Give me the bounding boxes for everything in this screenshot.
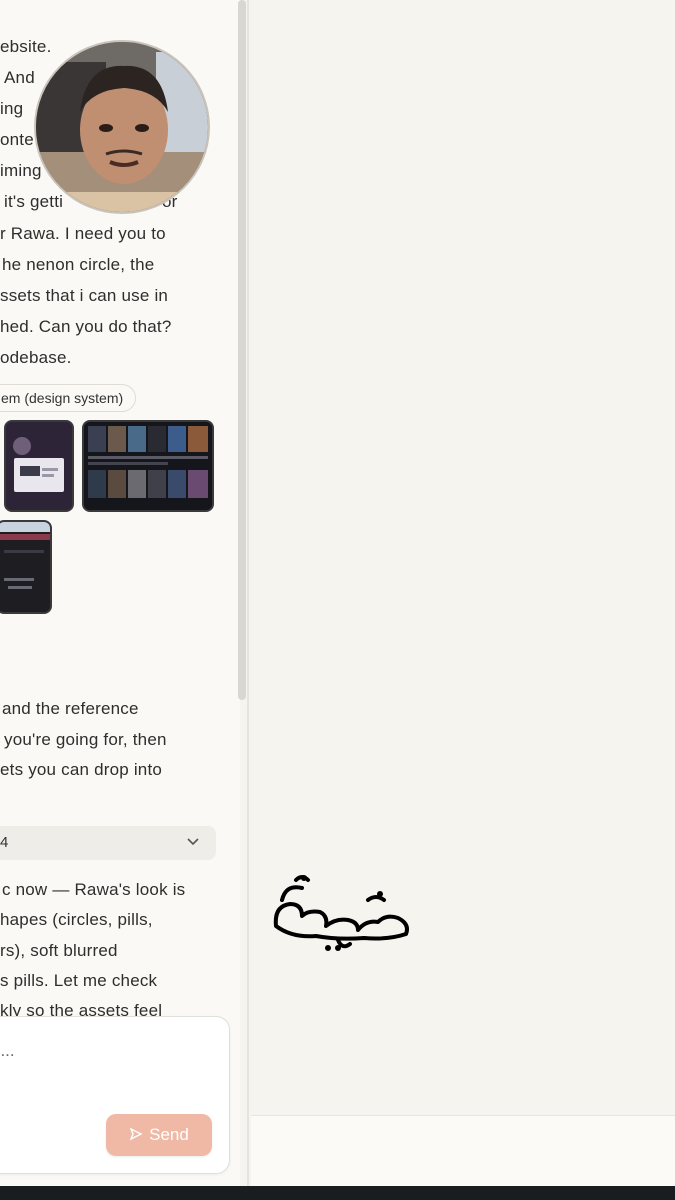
message-line: he nenon circle, the — [2, 255, 155, 274]
watermark-logo — [273, 875, 409, 951]
attachment-tag[interactable]: em (design system) — [0, 384, 137, 412]
person-image — [36, 42, 208, 212]
attachment-thumbnail[interactable] — [0, 520, 52, 614]
collapsible-label: 4 — [0, 834, 9, 851]
assistant-line: s pills. Let me check — [0, 971, 158, 990]
message-line: onte — [0, 130, 34, 149]
panel-divider[interactable] — [247, 0, 249, 1186]
assistant-line: ets you can drop into — [0, 760, 163, 779]
message-line: hed. Can you do that? — [0, 317, 172, 336]
thumbnail-image — [0, 522, 50, 612]
send-button-label: Send — [149, 1125, 189, 1144]
message-line: ing — [0, 99, 24, 118]
assistant-line: hapes (circles, pills, — [0, 910, 153, 929]
assistant-line: c now — Rawa's look is — [2, 880, 186, 899]
attachment-thumbnail[interactable] — [82, 420, 214, 512]
assistant-line: rs), soft blurred — [0, 941, 118, 960]
send-icon — [129, 1127, 143, 1141]
assistant-line: and the reference — [2, 699, 139, 718]
input-placeholder: e... — [0, 1041, 15, 1060]
message-line: iming — [0, 161, 42, 180]
attachment-thumbnail[interactable] — [4, 420, 74, 512]
message-line: r Rawa. I need you to — [0, 224, 166, 243]
message-line: it's getti — [4, 192, 64, 211]
message-line: ssets that i can use in — [0, 286, 169, 305]
collapsible-section[interactable]: 4 — [0, 826, 216, 860]
thumbnail-image — [84, 422, 212, 510]
chevron-down-icon — [187, 838, 199, 846]
thumbnail-image — [6, 422, 72, 510]
canvas-footer — [251, 1115, 675, 1188]
send-button[interactable]: Send — [106, 1114, 212, 1156]
bottom-bar — [0, 1186, 675, 1200]
message-line: And — [4, 68, 35, 87]
message-line: odebase. — [0, 348, 72, 367]
message-line: ebsite. — [0, 37, 52, 56]
webcam-avatar — [34, 40, 210, 214]
chat-scrollbar[interactable] — [238, 0, 246, 700]
assistant-line: you're going for, then — [4, 730, 167, 749]
